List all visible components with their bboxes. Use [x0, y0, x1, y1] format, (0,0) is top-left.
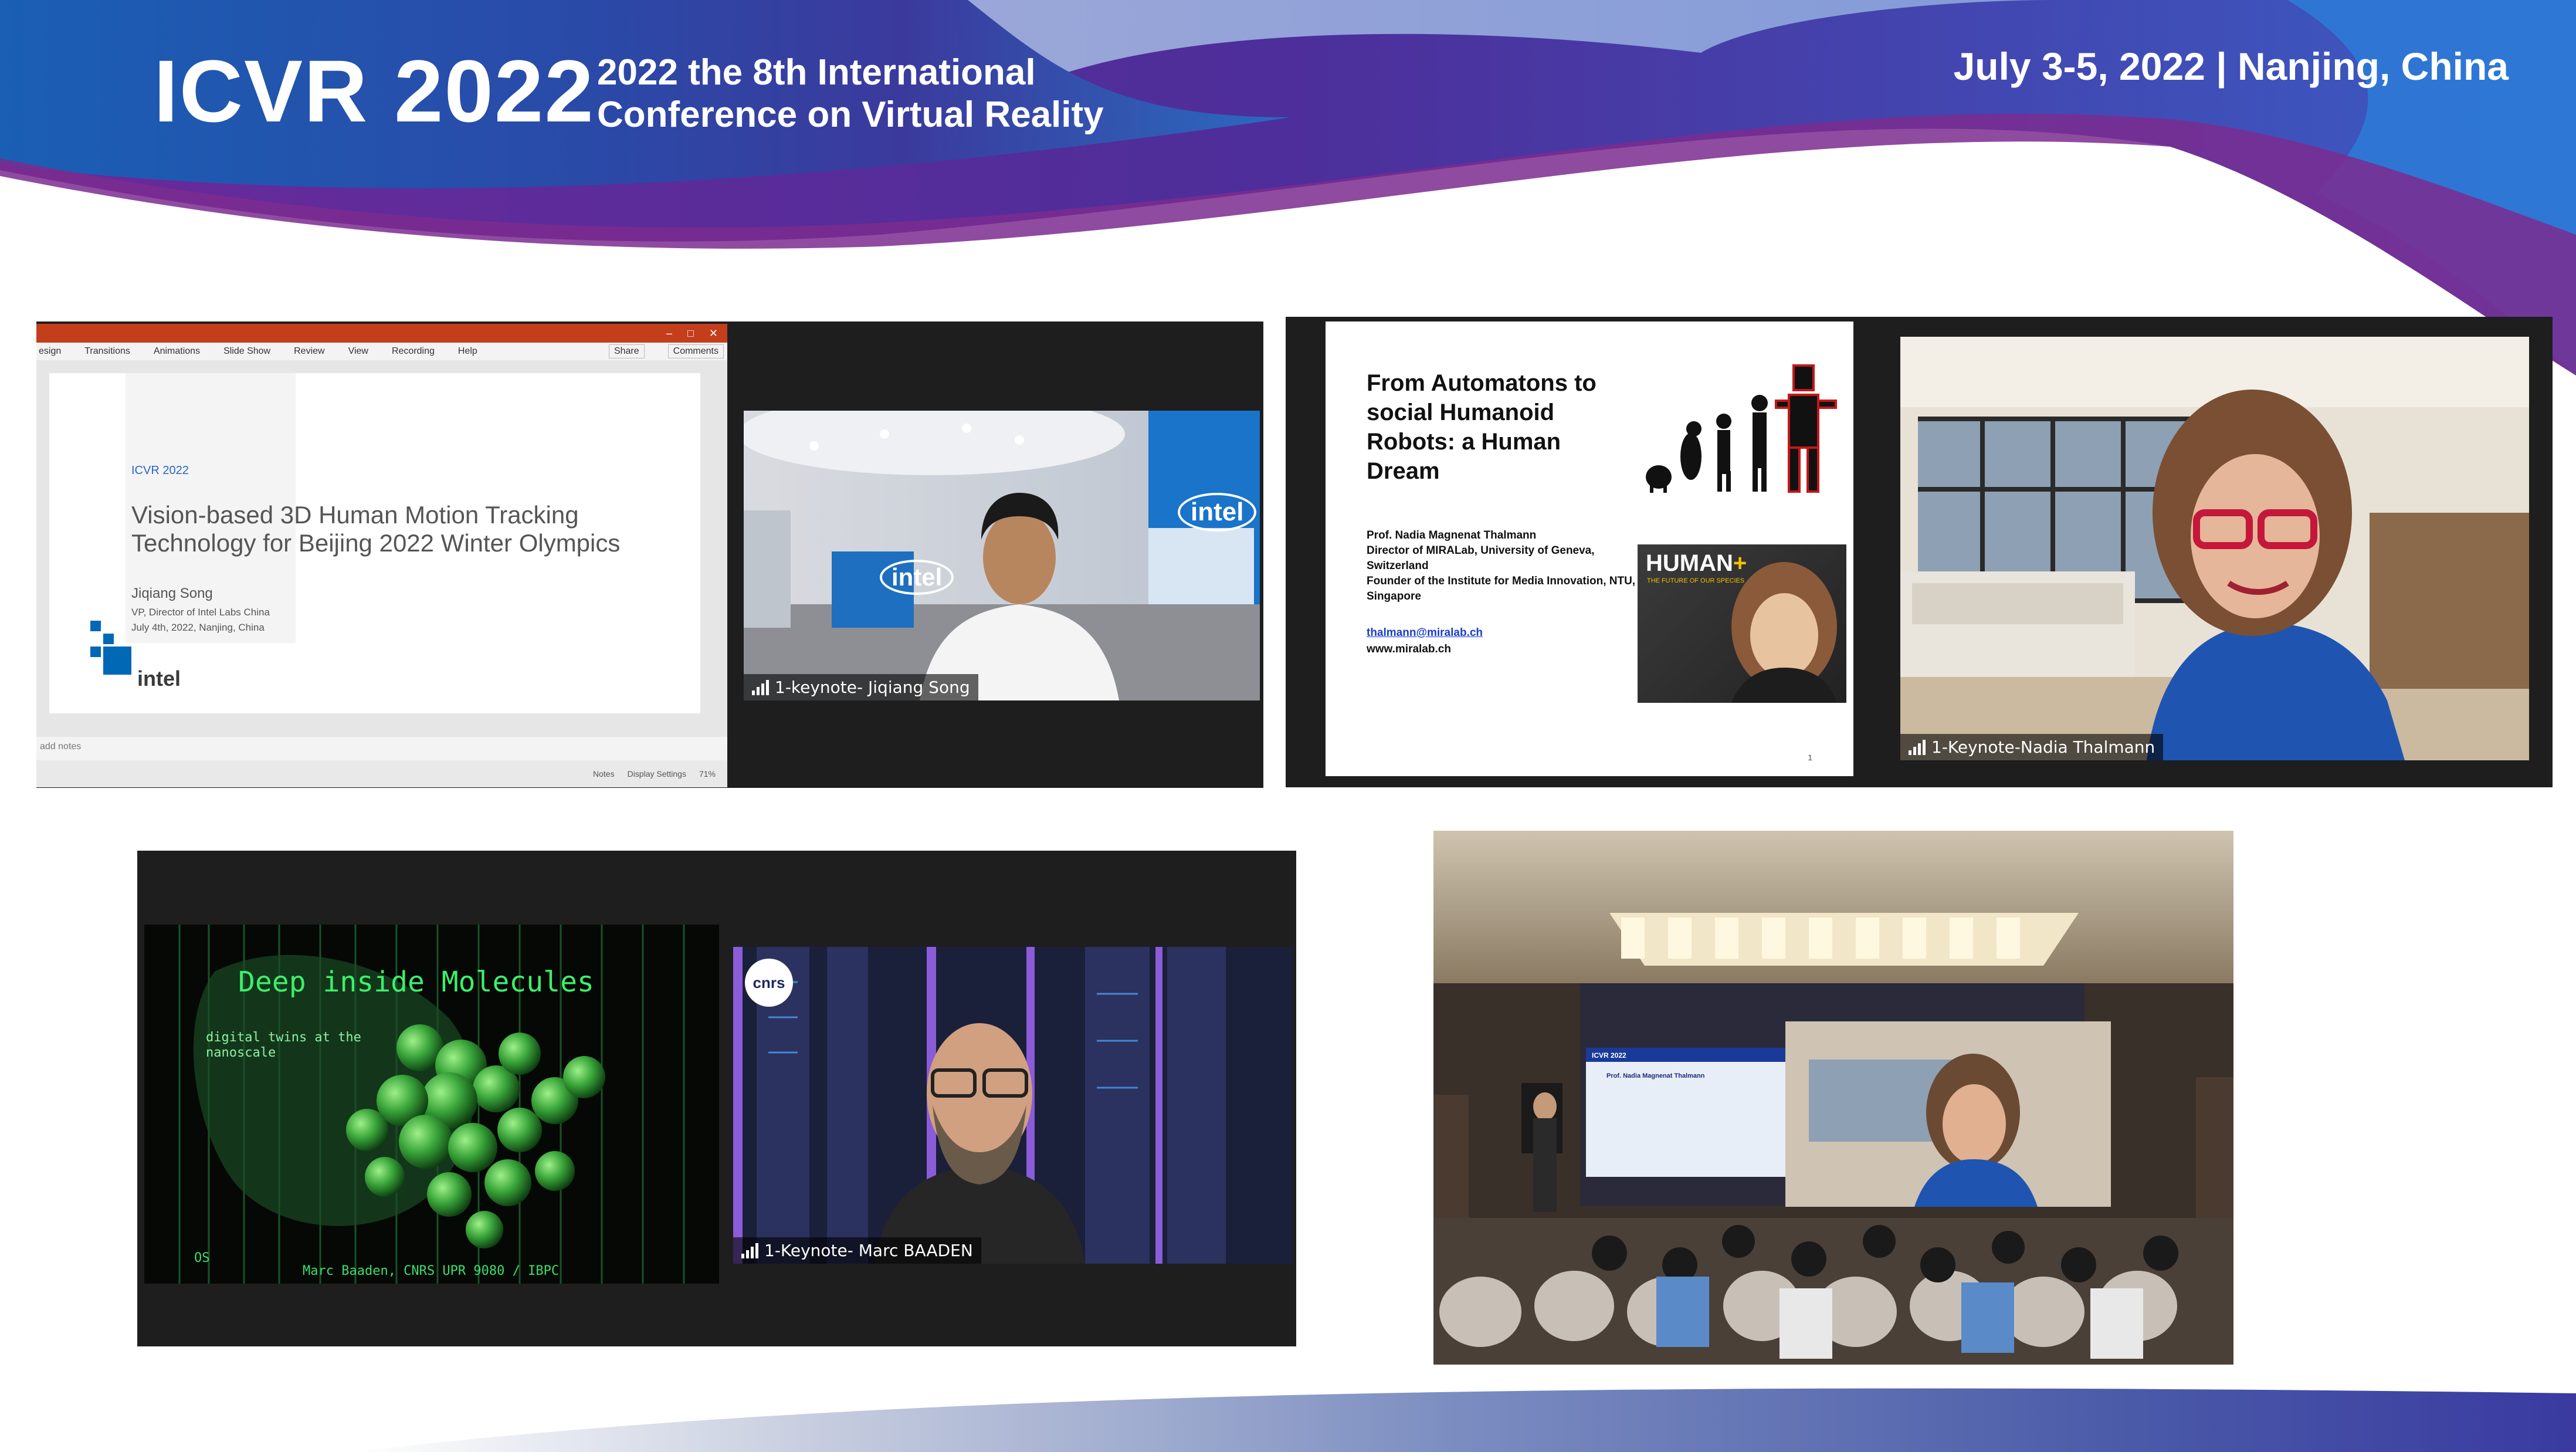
ribbon-tab[interactable]: Recording [392, 346, 435, 357]
conference-name: 2022 the 8th International Conference on… [597, 52, 1104, 136]
participant-name-tag: 1-Keynote- Marc BAADEN [733, 1237, 981, 1264]
slide-corner-mark: OS [194, 1251, 210, 1265]
slide-credit: Marc Baaden, CNRS UPR 9080 / IBPC [303, 1264, 560, 1278]
venue-photo: ICVR 2022 Prof. Nadia Magnenat Thalmann [1433, 831, 2233, 1365]
molecules-slide: Deep inside Molecules digital twins at t… [144, 925, 719, 1284]
display-settings-button[interactable]: Display Settings [628, 769, 686, 779]
video-tile-nadia-thalmann: 1-Keynote-Nadia Thalmann [1900, 337, 2529, 760]
close-icon[interactable]: ✕ [709, 327, 718, 340]
powerpoint-window: – □ ✕ esign Transitions Animations Slide… [36, 324, 727, 787]
slide-canvas: ICVR 2022 Vision-based 3D Human Motion T… [36, 360, 727, 787]
footer-banner [352, 1388, 2576, 1452]
website-link[interactable]: www.miralab.ch [1367, 643, 1451, 656]
powerpoint-ribbon: esign Transitions Animations Slide Show … [36, 343, 727, 360]
screen-speaker: Prof. Nadia Magnenat Thalmann [1606, 1072, 1705, 1079]
email-link[interactable]: thalmann@miralab.ch [1367, 627, 1483, 639]
conference-name-line1: 2022 the 8th International [597, 52, 1036, 93]
slide-date: July 4th, 2022, Nanjing, China [131, 622, 265, 633]
participant-name: 1-Keynote- Marc BAADEN [764, 1241, 973, 1260]
screen-title: ICVR 2022 [1592, 1051, 1626, 1060]
keynote-panel-nadia-thalmann: From Automatons to social Humanoid Robot… [1286, 317, 2553, 787]
cnrs-badge: cnrs [745, 959, 793, 1007]
ribbon-tab[interactable]: Transitions [84, 346, 130, 357]
notes-button[interactable]: Notes [593, 769, 615, 779]
intel-mark-icon [90, 621, 131, 675]
dates-location: July 3-5, 2022 | Nanjing, China [1953, 45, 2509, 88]
speaker-affiliation: Director of MIRALab, University of Genev… [1367, 544, 1595, 572]
conference-logo: ICVR 2022 [154, 42, 595, 140]
participant-name: 1-Keynote-Nadia Thalmann [1931, 737, 2155, 757]
keynote-panel-marc-baaden: Deep inside Molecules digital twins at t… [137, 851, 1296, 1346]
book-portrait [1731, 562, 1837, 703]
slide-role: VP, Director of Intel Labs China [131, 607, 270, 618]
slide: ICVR 2022 Vision-based 3D Human Motion T… [49, 373, 700, 713]
powerpoint-title-bar: – □ ✕ [36, 324, 727, 343]
slide-tag: ICVR 2022 [131, 464, 189, 477]
slide-page-number: 1 [1808, 753, 1812, 762]
slide-title: From Automatons to social Humanoid Robot… [1367, 370, 1597, 484]
slide-author: Jiqiang Song [131, 585, 213, 601]
notes-pane[interactable]: add notes [36, 737, 727, 760]
participant-name-tag: 1-Keynote-Nadia Thalmann [1900, 734, 2164, 760]
zoom-level[interactable]: 71% [699, 769, 716, 779]
book-cover: HUMAN+ THE FUTURE OF OUR SPECIES [1638, 544, 1846, 703]
speaker-video-image [733, 947, 1293, 1264]
slide-title: Vision-based 3D Human Motion Tracking Te… [131, 501, 621, 557]
ribbon-tab[interactable]: Slide Show [223, 346, 270, 357]
conference-room-image [1433, 831, 2233, 1365]
signal-icon [1909, 739, 1926, 755]
conference-name-line2: Conference on Virtual Reality [597, 94, 1104, 135]
window-controls: – □ ✕ [666, 327, 718, 340]
speaker-info: Prof. Nadia Magnenat Thalmann Director o… [1367, 528, 1636, 604]
signal-icon [741, 1243, 758, 1258]
evolution-illustration [1646, 364, 1837, 493]
comments-button[interactable]: Comments [667, 344, 724, 358]
photo-collage: ICVR 2022 2022 the 8th International Con… [0, 0, 2576, 1452]
minimize-icon[interactable]: – [666, 327, 672, 340]
signal-icon [752, 679, 769, 695]
slide: From Automatons to social Humanoid Robot… [1326, 321, 1853, 776]
speaker-video-image [1900, 337, 2529, 760]
participant-name-tag: 1-keynote- Jiqiang Song [744, 674, 978, 700]
keynote-panel-jiqiang-song: – □ ✕ esign Transitions Animations Slide… [36, 321, 1263, 788]
slide-subtitle: digital twins at the nanoscale [206, 1030, 361, 1060]
speaker-name: Prof. Nadia Magnenat Thalmann [1367, 529, 1537, 541]
ribbon-tab[interactable]: Review [294, 346, 324, 357]
speaker-video-image [744, 411, 1260, 700]
wall-logo: intel [1178, 493, 1257, 532]
ribbon-tab[interactable]: Animations [154, 346, 200, 357]
ribbon-tab[interactable]: Help [458, 346, 477, 357]
status-bar: Notes Display Settings 71% [36, 760, 727, 787]
speaker-affiliation: Founder of the Institute for Media Innov… [1367, 575, 1636, 603]
participant-name: 1-keynote- Jiqiang Song [775, 678, 970, 697]
slide-logo: intel [137, 666, 181, 691]
video-tile-marc-baaden: cnrs 1-Keynote- Marc BAADEN [733, 947, 1293, 1264]
wall-logo: intel [880, 560, 954, 595]
ribbon-tab[interactable]: View [348, 346, 368, 357]
slide-title: Deep inside Molecules [238, 966, 594, 999]
share-button[interactable]: Share [608, 344, 645, 358]
ribbon-tab[interactable]: esign [39, 346, 61, 357]
maximize-icon[interactable]: □ [687, 327, 694, 340]
video-tile-jiqiang-song: intel intel 1-keynote- Jiqiang Song [744, 411, 1260, 700]
